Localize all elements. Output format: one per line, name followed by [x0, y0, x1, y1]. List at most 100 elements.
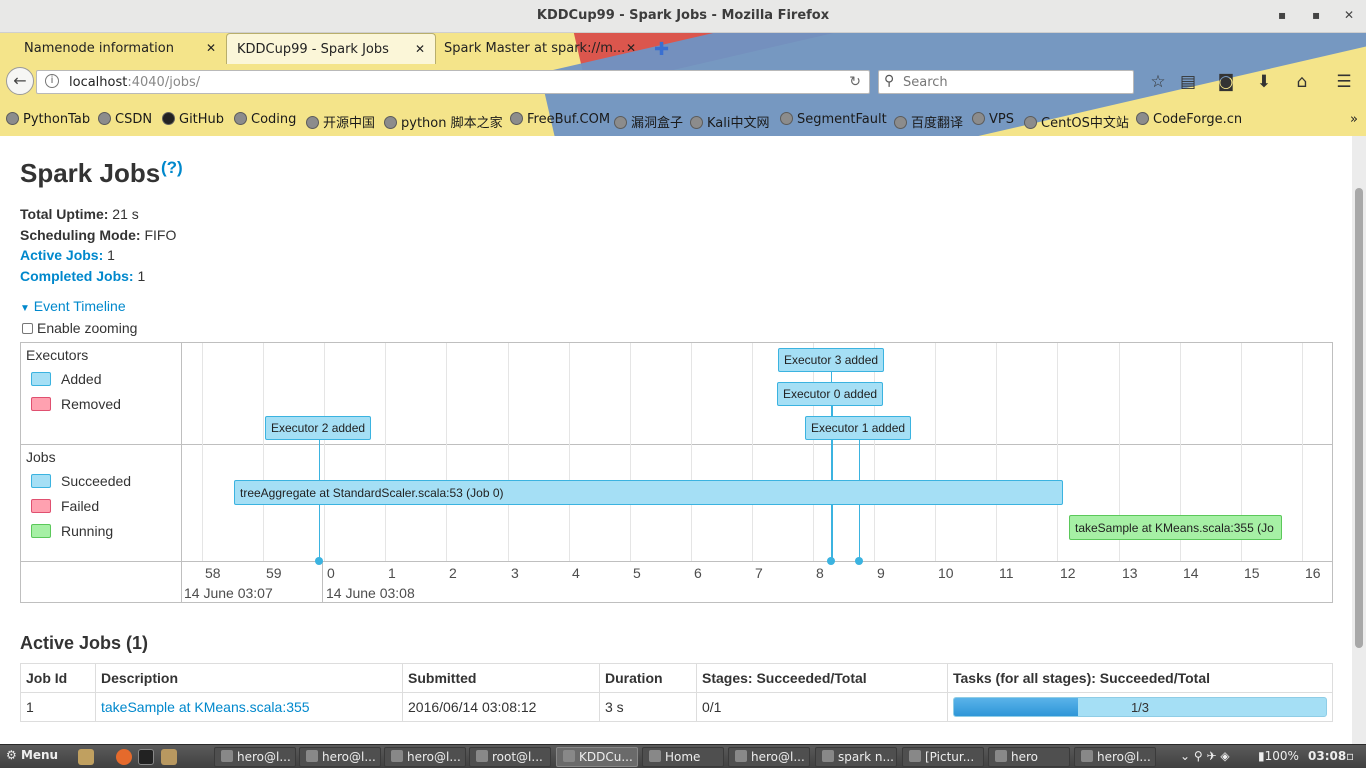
completed-jobs-link[interactable]: Completed Jobs:: [20, 268, 134, 284]
taskbar-item-label: hero@l...: [237, 750, 291, 764]
taskbar-window-item[interactable]: hero@l...: [299, 747, 381, 767]
timeline-gridline: [508, 343, 509, 561]
search-icon: ⚲: [884, 73, 895, 89]
timeline-tick-label: 7: [755, 565, 763, 581]
battery-indicator[interactable]: ▮100%: [1258, 749, 1299, 763]
bookmark-item[interactable]: Coding: [234, 112, 296, 127]
pocket-icon[interactable]: ◙: [1214, 72, 1238, 92]
tab-spark-jobs[interactable]: KDDCup99 - Spark Jobs ✕: [226, 33, 436, 64]
active-jobs-table: Job Id Description Submitted Duration St…: [20, 663, 1333, 722]
executor-event[interactable]: Executor 1 added: [805, 416, 912, 440]
clock[interactable]: 03:08: [1308, 749, 1346, 763]
column-header[interactable]: Job Id: [20, 663, 96, 693]
terminal-launcher-icon[interactable]: [138, 749, 154, 765]
bookmark-item[interactable]: python 脚本之家: [384, 112, 503, 131]
taskbar-window-item[interactable]: hero: [988, 747, 1070, 767]
close-window-button[interactable]: ✕: [1344, 8, 1354, 22]
folder-launcher-icon[interactable]: [161, 749, 177, 765]
column-header[interactable]: Submitted: [402, 663, 600, 693]
total-uptime: Total Uptime: 21 s: [20, 206, 139, 222]
event-timeline-toggle[interactable]: ▼ Event Timeline: [20, 298, 126, 314]
executor-event[interactable]: Executor 3 added: [778, 348, 885, 372]
table-header-row: Job Id Description Submitted Duration St…: [20, 663, 1333, 693]
taskbar-window-item[interactable]: root@l...: [469, 747, 551, 767]
scrollbar-thumb[interactable]: [1355, 188, 1363, 648]
start-menu-button[interactable]: ⚙ Menu: [6, 748, 58, 762]
bookmark-item[interactable]: 漏洞盒子: [614, 112, 683, 131]
bookmarks-overflow-icon[interactable]: »: [1350, 112, 1358, 127]
bookmark-item[interactable]: CSDN: [98, 112, 152, 127]
tab-spark-master[interactable]: Spark Master at spark://m... ✕: [420, 33, 646, 64]
taskbar-window-item[interactable]: KDDCu...: [556, 747, 638, 767]
bookmark-item[interactable]: 百度翻译: [894, 112, 963, 131]
taskbar-window-item[interactable]: Home: [642, 747, 724, 767]
bookmark-item[interactable]: VPS: [972, 112, 1014, 127]
taskbar-window-item[interactable]: [Pictur...: [902, 747, 984, 767]
new-tab-icon[interactable]: ✚: [654, 39, 669, 60]
search-placeholder: Search: [903, 75, 948, 90]
tasks-progress-text: 1/3: [1130, 700, 1150, 715]
close-tab-icon[interactable]: ✕: [206, 41, 216, 55]
timeline-gridline: [569, 343, 570, 561]
close-tab-icon[interactable]: ✕: [626, 41, 636, 55]
bookmark-item[interactable]: GitHub: [162, 112, 224, 127]
window-icon: [563, 750, 575, 762]
table-row: 1 takeSample at KMeans.scala:355 2016/06…: [20, 692, 1333, 722]
timeline-tick-label: 58: [205, 565, 221, 581]
column-header[interactable]: Stages: Succeeded/Total: [696, 663, 948, 693]
search-input[interactable]: ⚲ Search: [878, 70, 1134, 94]
info-icon[interactable]: i: [45, 74, 59, 88]
reload-icon[interactable]: ↻: [849, 74, 861, 90]
home-icon[interactable]: ⌂: [1290, 72, 1314, 92]
globe-icon: [690, 116, 703, 129]
job-bar-succeeded[interactable]: treeAggregate at StandardScaler.scala:53…: [234, 480, 1063, 505]
bookmark-item[interactable]: FreeBuf.COM: [510, 112, 610, 127]
minimize-button[interactable]: ▪: [1278, 8, 1286, 22]
column-header[interactable]: Duration: [599, 663, 697, 693]
hamburger-menu-icon[interactable]: ☰: [1332, 72, 1356, 92]
job-bar-running[interactable]: takeSample at KMeans.scala:355 (Jo: [1069, 515, 1282, 540]
zoom-checkbox[interactable]: [22, 323, 33, 334]
bookmark-star-icon[interactable]: ☆: [1146, 72, 1170, 92]
tab-namenode[interactable]: Namenode information ✕: [0, 33, 226, 64]
job-stages: 0/1: [696, 692, 948, 722]
bookmark-item[interactable]: 开源中国: [306, 112, 375, 131]
tasks-progress-bar: 1/3: [953, 697, 1327, 717]
maximize-button[interactable]: ▪: [1312, 8, 1320, 22]
bookmark-item[interactable]: PythonTab: [6, 112, 90, 127]
window-icon: [995, 750, 1007, 762]
bookmark-item[interactable]: CodeForge.cn: [1136, 112, 1242, 127]
taskbar-window-item[interactable]: hero@l...: [728, 747, 810, 767]
timeline-tick-label: 6: [694, 565, 702, 581]
taskbar-window-item[interactable]: hero@l...: [214, 747, 296, 767]
firefox-launcher-icon[interactable]: [116, 749, 132, 765]
help-link[interactable]: (?): [161, 158, 183, 178]
back-button[interactable]: ←: [6, 67, 34, 95]
page-content: Spark Jobs (?) Total Uptime: 21 s Schedu…: [0, 136, 1352, 744]
bookmark-item[interactable]: CentOS中文站: [1024, 112, 1129, 131]
timeline-tick-label: 8: [816, 565, 824, 581]
file-manager-launcher-icon[interactable]: [78, 749, 94, 765]
timeline-tick-label: 4: [572, 565, 580, 581]
taskbar-window-item[interactable]: spark n...: [815, 747, 897, 767]
url-bar[interactable]: i localhost:4040/jobs/ ↻: [36, 70, 870, 94]
page-scrollbar[interactable]: [1352, 136, 1366, 744]
taskbar-window-item[interactable]: hero@l...: [384, 747, 466, 767]
enable-zooming[interactable]: Enable zooming: [22, 320, 137, 336]
active-jobs-link[interactable]: Active Jobs:: [20, 247, 103, 263]
job-description-link[interactable]: takeSample at KMeans.scala:355: [101, 699, 310, 715]
executor-event[interactable]: Executor 0 added: [777, 382, 884, 406]
timeline-gridline: [813, 343, 814, 561]
bookmark-item[interactable]: SegmentFault: [780, 112, 887, 127]
show-desktop-icon[interactable]: ▫: [1346, 749, 1354, 763]
executor-event[interactable]: Executor 2 added: [265, 416, 372, 440]
taskbar-window-item[interactable]: hero@l...: [1074, 747, 1156, 767]
reading-list-icon[interactable]: ▤: [1176, 72, 1200, 92]
bookmark-item[interactable]: Kali中文网: [690, 112, 770, 131]
column-header[interactable]: Description: [95, 663, 403, 693]
timeline-tick-label: 1: [388, 565, 396, 581]
column-header[interactable]: Tasks (for all stages): Succeeded/Total: [947, 663, 1333, 693]
browser-chrome: Namenode information ✕ KDDCup99 - Spark …: [0, 33, 1366, 136]
tray-icons[interactable]: ⌄ ⚲ ✈ ◈: [1180, 749, 1230, 763]
download-icon[interactable]: ⬇: [1252, 72, 1276, 92]
